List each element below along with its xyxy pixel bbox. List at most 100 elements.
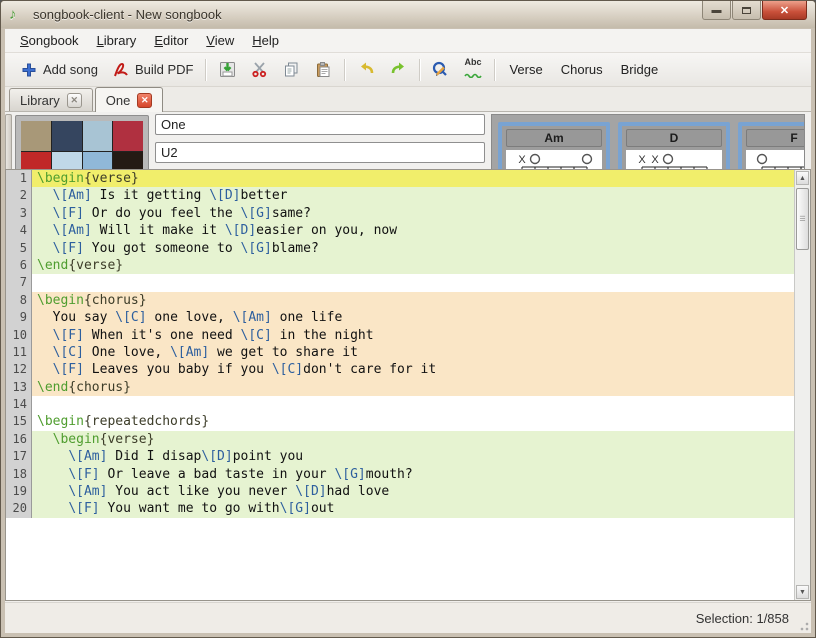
editor-line[interactable]: 13\end{chorus} (6, 379, 794, 396)
line-number: 9 (6, 309, 32, 326)
editor-line[interactable]: 5 \[F] You got someone to \[G]blame? (6, 240, 794, 257)
line-code: \[F] You got someone to \[G]blame? (32, 240, 794, 257)
tab-one[interactable]: One ✕ (95, 87, 164, 112)
build-pdf-label: Build PDF (135, 62, 194, 77)
spellcheck-icon: Abc (464, 61, 482, 79)
chorus-button[interactable]: Chorus (552, 58, 612, 81)
editor-text-area[interactable]: 1\begin{verse}2 \[Am] Is it getting \[D]… (6, 170, 794, 600)
verse-button[interactable]: Verse (500, 58, 551, 81)
editor-line[interactable]: 17 \[Am] Did I disap\[D]point you (6, 448, 794, 465)
minimize-icon: ▬ (712, 5, 722, 16)
line-number: 17 (6, 448, 32, 465)
line-code: \[F] You want me to go with\[G]out (32, 500, 794, 517)
line-number: 12 (6, 361, 32, 378)
svg-text:X: X (651, 154, 659, 166)
album-collage-cell (83, 121, 113, 151)
toolbar: Add song Build PDF (5, 53, 811, 87)
paste-icon (314, 61, 332, 79)
bridge-button[interactable]: Bridge (612, 58, 668, 81)
scroll-up-icon[interactable]: ▲ (796, 171, 809, 185)
tab-close-icon[interactable]: ✕ (67, 93, 82, 108)
editor-line[interactable]: 2 \[Am] Is it getting \[D]better (6, 187, 794, 204)
tab-close-icon[interactable]: ✕ (137, 93, 152, 108)
line-code (32, 396, 794, 413)
song-editor[interactable]: 1\begin{verse}2 \[Am] Is it getting \[D]… (5, 169, 811, 601)
line-code: \begin{repeatedchords} (32, 413, 794, 430)
spellcheck-button[interactable]: Abc (457, 57, 489, 83)
album-collage-cell (21, 121, 51, 151)
line-number: 16 (6, 431, 32, 448)
save-button[interactable] (211, 57, 243, 83)
line-number: 3 (6, 205, 32, 222)
editor-vertical-scrollbar[interactable]: ▲ ☰ ▼ (794, 170, 810, 600)
editor-line[interactable]: 12 \[F] Leaves you baby if you \[C]don't… (6, 361, 794, 378)
toolbar-separator (419, 59, 420, 81)
line-number: 18 (6, 466, 32, 483)
selection-status: Selection: 1/858 (696, 611, 789, 626)
copy-button[interactable] (275, 57, 307, 83)
editor-line[interactable]: 14 (6, 396, 794, 413)
editor-line[interactable]: 20 \[F] You want me to go with\[G]out (6, 500, 794, 517)
editor-line[interactable]: 7 (6, 274, 794, 291)
cut-button[interactable] (243, 57, 275, 83)
menu-item-editor[interactable]: Editor (145, 30, 197, 51)
redo-button[interactable] (382, 57, 414, 83)
screenshot-stage: ♪ songbook-client - New songbook ▬ ✕ Son… (0, 0, 816, 638)
tab-library[interactable]: Library ✕ (9, 88, 93, 111)
line-number: 8 (6, 292, 32, 309)
paste-button[interactable] (307, 57, 339, 83)
artist-input[interactable] (155, 142, 485, 163)
editor-line[interactable]: 18 \[F] Or leave a bad taste in your \[G… (6, 466, 794, 483)
chord-name: Am (506, 129, 602, 147)
undo-icon (357, 61, 375, 79)
editor-line[interactable]: 11 \[C] One love, \[Am] we get to share … (6, 344, 794, 361)
find-replace-button[interactable] (425, 57, 457, 83)
editor-line[interactable]: 1\begin{verse} (6, 170, 794, 187)
close-button[interactable]: ✕ (762, 1, 807, 20)
scrollbar-thumb[interactable]: ☰ (796, 188, 809, 250)
album-collage-cell (52, 121, 82, 151)
editor-line[interactable]: 9 You say \[C] one love, \[Am] one life (6, 309, 794, 326)
editor-line[interactable]: 3 \[F] Or do you feel the \[G]same? (6, 205, 794, 222)
minimize-button[interactable]: ▬ (702, 1, 731, 20)
window-controls: ▬ ✕ (701, 1, 807, 20)
tab-label: Library (20, 93, 60, 108)
line-code: \[Am] Did I disap\[D]point you (32, 448, 794, 465)
editor-line[interactable]: 10 \[F] When it's one need \[C] in the n… (6, 327, 794, 344)
chord-name: F (746, 129, 804, 147)
resize-grip-icon[interactable] (797, 619, 809, 631)
editor-line[interactable]: 19 \[Am] You act like you never \[D]had … (6, 483, 794, 500)
editor-line[interactable]: 16 \begin{verse} (6, 431, 794, 448)
line-number: 13 (6, 379, 32, 396)
app-client-area: SongbookLibraryEditorViewHelp Add song B… (5, 29, 811, 633)
line-code: \[Am] Is it getting \[D]better (32, 187, 794, 204)
menu-item-songbook[interactable]: Songbook (11, 30, 88, 51)
menu-item-help[interactable]: Help (243, 30, 288, 51)
line-code: \[F] Or do you feel the \[G]same? (32, 205, 794, 222)
scroll-down-icon[interactable]: ▼ (796, 585, 809, 599)
menu-item-view[interactable]: View (197, 30, 243, 51)
line-code: \[F] When it's one need \[C] in the nigh… (32, 327, 794, 344)
editor-line[interactable]: 6\end{verse} (6, 257, 794, 274)
maximize-button[interactable] (732, 1, 761, 20)
chord-name: D (626, 129, 722, 147)
editor-line[interactable]: 8\begin{chorus} (6, 292, 794, 309)
editor-line[interactable]: 15\begin{repeatedchords} (6, 413, 794, 430)
add-song-button[interactable]: Add song (13, 57, 105, 83)
undo-button[interactable] (350, 57, 382, 83)
editor-line[interactable]: 4 \[Am] Will it make it \[D]easier on yo… (6, 222, 794, 239)
window-title: songbook-client - New songbook (33, 7, 222, 22)
toolbar-separator (205, 59, 206, 81)
menu-bar: SongbookLibraryEditorViewHelp (5, 29, 811, 53)
cut-icon (250, 61, 268, 79)
title-bar[interactable]: ♪ songbook-client - New songbook ▬ ✕ (1, 1, 815, 28)
line-number: 19 (6, 483, 32, 500)
menu-item-library[interactable]: Library (88, 30, 146, 51)
build-pdf-button[interactable]: Build PDF (105, 57, 201, 83)
song-title-input[interactable] (155, 114, 485, 135)
spellcheck-abc-text: Abc (464, 58, 482, 66)
find-replace-icon (432, 61, 450, 79)
tab-label: One (106, 93, 131, 108)
copy-icon (282, 61, 300, 79)
line-number: 15 (6, 413, 32, 430)
